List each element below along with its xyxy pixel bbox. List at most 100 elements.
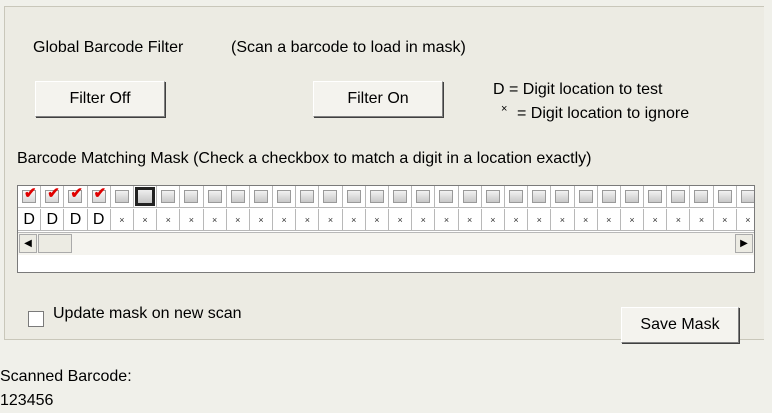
scanned-barcode-value: 123456 xyxy=(0,392,54,409)
scroll-left-icon[interactable]: ◀ xyxy=(19,234,37,253)
mask-checkbox-cell xyxy=(133,186,158,208)
mask-checkbox[interactable] xyxy=(671,190,686,203)
mask-checkbox[interactable] xyxy=(323,190,338,203)
mask-checkbox[interactable]: ✔ xyxy=(22,186,37,203)
mask-checkbox[interactable] xyxy=(277,190,292,203)
mask-digit-cell: D xyxy=(87,209,111,231)
mask-checkbox[interactable] xyxy=(230,190,245,203)
mask-checkbox[interactable] xyxy=(578,190,593,203)
mask-checkbox-cell xyxy=(620,186,645,208)
mask-checkbox-cell xyxy=(110,186,134,208)
mask-checkbox[interactable]: ✔ xyxy=(91,186,106,203)
mask-checkbox-row: ✔ ✔ ✔ ✔ xyxy=(18,186,754,208)
mask-checkbox[interactable] xyxy=(253,190,268,203)
mask-checkbox-cell xyxy=(249,186,274,208)
mask-checkbox[interactable] xyxy=(508,190,523,203)
update-mask-label: Update mask on new scan xyxy=(53,305,242,322)
mask-checkbox-cell xyxy=(597,186,621,208)
mask-checkbox[interactable] xyxy=(134,187,155,206)
mask-digit-cell: × xyxy=(180,209,204,231)
mask-digit-cell: × xyxy=(458,209,482,231)
mask-checkbox-cell: ✔ xyxy=(64,186,88,208)
mask-checkbox[interactable] xyxy=(648,190,663,203)
mask-checkbox[interactable] xyxy=(439,190,454,203)
mask-digit-cell: × xyxy=(342,209,366,231)
mask-checkbox-cell xyxy=(389,186,413,208)
mask-checkbox-cell: ✔ xyxy=(41,186,65,208)
mask-checkbox-cell xyxy=(667,186,691,208)
mask-digit-cell: × xyxy=(226,209,250,231)
mask-checkbox[interactable] xyxy=(624,190,639,203)
mask-checkbox-cell xyxy=(203,186,227,208)
mask-digit-cell: × xyxy=(551,209,575,231)
mask-checkbox[interactable] xyxy=(462,190,477,203)
mask-checkbox[interactable] xyxy=(393,190,407,203)
mask-checkbox[interactable] xyxy=(485,190,500,203)
mask-checkbox[interactable]: ✔ xyxy=(45,186,60,203)
scanned-barcode-label: Scanned Barcode: xyxy=(0,368,132,385)
mask-checkbox[interactable]: ✔ xyxy=(68,186,83,203)
mask-checkbox-cell: ✔ xyxy=(18,186,42,208)
mask-digit-cell: × xyxy=(273,209,297,231)
mask-checkbox[interactable] xyxy=(416,190,431,203)
mask-digit-cell: D xyxy=(18,209,42,231)
mask-checkbox-cell xyxy=(690,186,714,208)
mask-digit-cell: × xyxy=(319,209,343,231)
global-filter-title: Global Barcode Filter xyxy=(33,39,184,56)
horizontal-scrollbar[interactable]: ◀ ▶ xyxy=(18,232,754,255)
mask-checkbox-cell xyxy=(528,186,552,208)
mask-checkbox[interactable] xyxy=(369,190,384,203)
save-mask-button[interactable]: Save Mask xyxy=(621,307,739,343)
mask-title: Barcode Matching Mask (Check a checkbox … xyxy=(17,150,592,167)
mask-checkbox-cell xyxy=(226,186,250,208)
barcode-filter-panel: Global Barcode Filter (Scan a barcode to… xyxy=(4,6,764,343)
mask-checkbox[interactable] xyxy=(346,190,361,203)
update-mask-checkbox[interactable] xyxy=(28,311,44,327)
mask-checkbox[interactable] xyxy=(601,190,616,203)
mask-digit-cell: × xyxy=(133,209,158,231)
mask-digit-cell: × xyxy=(690,209,714,231)
mask-checkbox-cell xyxy=(412,186,436,208)
mask-checkbox[interactable] xyxy=(555,190,570,203)
mask-checkbox[interactable] xyxy=(184,190,199,203)
mask-digit-cell: × xyxy=(389,209,413,231)
mask-digit-cell: × xyxy=(435,209,459,231)
checkmark-icon: ✔ xyxy=(93,185,107,202)
mask-checkbox-cell xyxy=(180,186,204,208)
mask-digit-cell: × xyxy=(296,209,320,231)
mask-digit-cell: × xyxy=(249,209,274,231)
mask-digit-cell: × xyxy=(736,209,754,231)
mask-digit-cell: × xyxy=(597,209,621,231)
mask-checkbox[interactable] xyxy=(717,190,732,203)
filter-off-button[interactable]: Filter Off xyxy=(35,81,165,117)
mask-checkbox[interactable] xyxy=(300,190,315,203)
mask-checkbox[interactable] xyxy=(207,190,222,203)
mask-checkbox[interactable] xyxy=(161,190,176,203)
checkmark-icon: ✔ xyxy=(47,185,60,202)
mask-checkbox[interactable] xyxy=(532,190,547,203)
legend-test: D = Digit location to test xyxy=(493,81,663,98)
mask-checkbox-cell xyxy=(273,186,297,208)
mask-digit-cell: × xyxy=(203,209,227,231)
mask-checkbox-cell xyxy=(157,186,181,208)
mask-checkbox[interactable] xyxy=(114,190,129,203)
mask-checkbox-cell xyxy=(713,186,737,208)
mask-checkbox[interactable] xyxy=(740,190,754,203)
mask-checkbox-cell xyxy=(342,186,366,208)
filter-on-button[interactable]: Filter On xyxy=(313,81,443,117)
mask-digit-cell: × xyxy=(713,209,737,231)
mask-digit-cell: × xyxy=(528,209,552,231)
checkmark-icon: ✔ xyxy=(70,185,83,202)
mask-checkbox-cell xyxy=(574,186,598,208)
mask-digit-cell: × xyxy=(504,209,529,231)
mask-digit-cell: × xyxy=(412,209,436,231)
mask-checkbox-cell xyxy=(481,186,505,208)
mask-checkbox[interactable] xyxy=(694,190,709,203)
checkmark-icon: ✔ xyxy=(24,185,37,202)
scroll-thumb[interactable] xyxy=(38,234,72,253)
mask-digit-cell: × xyxy=(574,209,598,231)
mask-digit-cell: D xyxy=(64,209,88,231)
mask-checkbox-cell: ✔ xyxy=(87,186,111,208)
scroll-right-icon[interactable]: ▶ xyxy=(735,234,753,253)
mask-checkbox-cell xyxy=(551,186,575,208)
